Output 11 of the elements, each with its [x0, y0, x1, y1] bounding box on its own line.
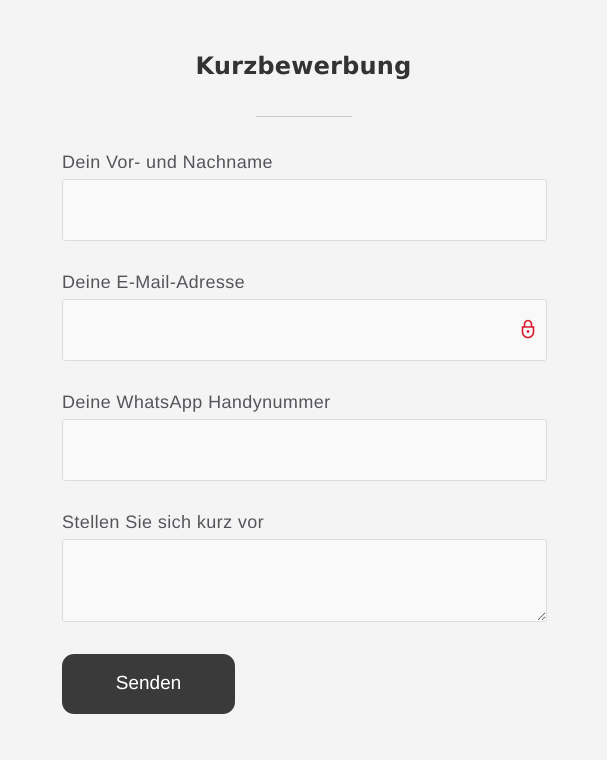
lock-icon[interactable]	[521, 319, 535, 339]
message-field[interactable]	[62, 539, 547, 622]
field-label: Deine E-Mail-Adresse	[62, 271, 246, 293]
email-field[interactable]	[62, 299, 547, 361]
field-label: Dein Vor- und Nachname	[62, 151, 274, 173]
input-field[interactable]	[62, 179, 547, 241]
input-field[interactable]	[62, 419, 547, 481]
field-label: Stellen Sie sich kurz vor	[62, 511, 266, 533]
field-label: Deine WhatsApp Handynummer	[62, 391, 332, 413]
form-title: Kurzbewerbung	[194, 51, 412, 82]
submit-button[interactable]: Senden	[62, 654, 235, 714]
